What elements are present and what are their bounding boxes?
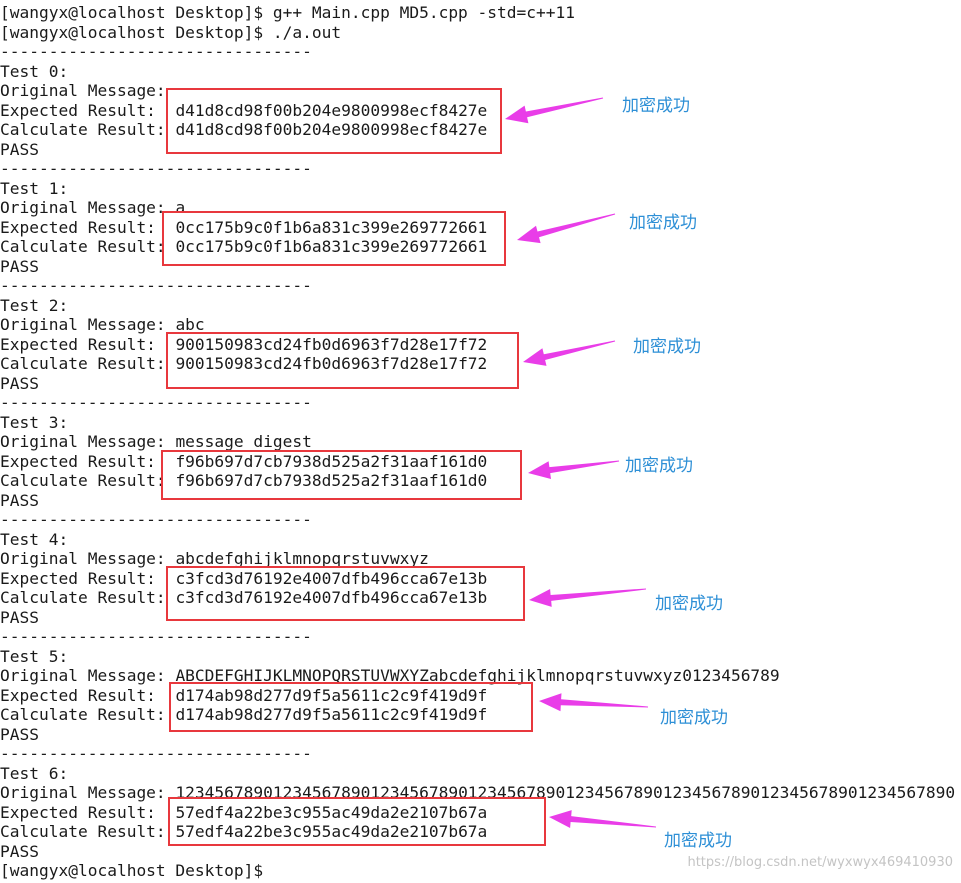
test-title-line: Test 4:	[0, 530, 68, 550]
test-title-line: Test 5:	[0, 647, 68, 667]
original-message: message digest	[175, 432, 312, 451]
annotation-label-success: 加密成功	[655, 594, 723, 614]
expected-label: Expected Result:	[0, 568, 156, 588]
original-message-line: Original Message: a	[0, 198, 185, 218]
prompt-line: [wangyx@localhost Desktop]$	[0, 861, 263, 881]
expected-label: Expected Result:	[0, 802, 156, 822]
expected-label: Expected Result:	[0, 334, 156, 354]
original-message-line: Original Message:	[0, 81, 166, 101]
pass-line: PASS	[0, 725, 39, 745]
test-title: Test 2:	[0, 295, 69, 315]
expected-label: Expected Result:	[0, 100, 156, 120]
test-title: Test 4:	[0, 529, 69, 549]
pass-line: PASS	[0, 374, 39, 394]
separator: --------------------------------	[0, 393, 312, 412]
shell-command: ./a.out	[272, 22, 342, 42]
calculate-label: Calculate Result:	[0, 588, 166, 607]
pass-status: PASS	[0, 724, 39, 744]
original-label: Original Message:	[0, 198, 166, 217]
annotation-label-success: 加密成功	[660, 708, 728, 728]
pass-line: PASS	[0, 140, 39, 160]
original-label: Original Message:	[0, 432, 166, 451]
test-title: Test 5:	[0, 646, 69, 666]
shell-prompt: [wangyx@localhost Desktop]$	[0, 22, 264, 42]
pass-status: PASS	[0, 607, 39, 627]
test-title-line: Test 1:	[0, 179, 68, 199]
test-title-line: Test 6:	[0, 764, 68, 784]
original-label: Original Message:	[0, 783, 166, 802]
highlight-box	[168, 797, 546, 846]
separator-line: --------------------------------	[0, 510, 312, 530]
command-line: [wangyx@localhost Desktop]$ ./a.out	[0, 23, 341, 43]
highlight-box	[166, 332, 519, 389]
test-title-line: Test 3:	[0, 413, 68, 433]
test-title-line: Test 2:	[0, 296, 68, 316]
calculate-label: Calculate Result:	[0, 705, 166, 724]
shell-command: g++ Main.cpp MD5.cpp -std=c++11	[272, 3, 576, 22]
calculate-label: Calculate Result:	[0, 237, 166, 256]
separator-line: --------------------------------	[0, 627, 312, 647]
calculate-label: Calculate Result:	[0, 822, 166, 841]
separator: --------------------------------	[0, 159, 312, 178]
original-label: Original Message:	[0, 81, 166, 100]
highlight-box	[169, 682, 533, 732]
annotation-label-success: 加密成功	[633, 337, 701, 357]
calculate-label: Calculate Result:	[0, 471, 166, 490]
original-message-line: Original Message: message digest	[0, 432, 312, 452]
pass-status: PASS	[0, 490, 39, 510]
pass-line: PASS	[0, 842, 39, 862]
shell-prompt: [wangyx@localhost Desktop]$	[0, 861, 264, 880]
pass-line: PASS	[0, 257, 39, 277]
separator-line: --------------------------------	[0, 159, 312, 179]
annotation-label-success: 加密成功	[629, 213, 697, 233]
pass-status: PASS	[0, 256, 39, 276]
highlight-box	[166, 88, 502, 154]
separator-line: --------------------------------	[0, 393, 312, 413]
highlight-box	[161, 450, 522, 500]
test-title-line: Test 0:	[0, 62, 68, 82]
original-label: Original Message:	[0, 315, 166, 334]
pass-line: PASS	[0, 491, 39, 511]
expected-label: Expected Result:	[0, 451, 156, 471]
pass-line: PASS	[0, 608, 39, 628]
separator-line: --------------------------------	[0, 276, 312, 296]
watermark: https://blog.csdn.net/wyxwyx469410930	[687, 855, 953, 870]
annotation-label-success: 加密成功	[622, 96, 690, 116]
separator: --------------------------------	[0, 510, 312, 529]
pass-status: PASS	[0, 139, 39, 159]
pass-status: PASS	[0, 841, 39, 861]
calculate-label: Calculate Result:	[0, 120, 166, 139]
annotation-label-success: 加密成功	[664, 831, 732, 851]
test-title: Test 1:	[0, 178, 69, 198]
separator: --------------------------------	[0, 744, 312, 763]
separator-line: --------------------------------	[0, 744, 312, 764]
pass-status: PASS	[0, 373, 39, 393]
shell-prompt: [wangyx@localhost Desktop]$	[0, 3, 264, 22]
test-title: Test 3:	[0, 412, 69, 432]
annotation-label-success: 加密成功	[625, 456, 693, 476]
expected-label: Expected Result:	[0, 217, 156, 237]
calculate-label: Calculate Result:	[0, 354, 166, 373]
separator: --------------------------------	[0, 42, 312, 61]
command-line: [wangyx@localhost Desktop]$ g++ Main.cpp…	[0, 3, 575, 23]
test-title: Test 0:	[0, 61, 69, 81]
expected-label: Expected Result:	[0, 685, 156, 705]
original-label: Original Message:	[0, 666, 166, 685]
test-title: Test 6:	[0, 763, 69, 783]
separator-line: --------------------------------	[0, 42, 312, 62]
separator: --------------------------------	[0, 276, 312, 295]
highlight-box	[162, 211, 506, 266]
highlight-box	[166, 566, 525, 621]
original-label: Original Message:	[0, 549, 166, 568]
separator: --------------------------------	[0, 627, 312, 646]
